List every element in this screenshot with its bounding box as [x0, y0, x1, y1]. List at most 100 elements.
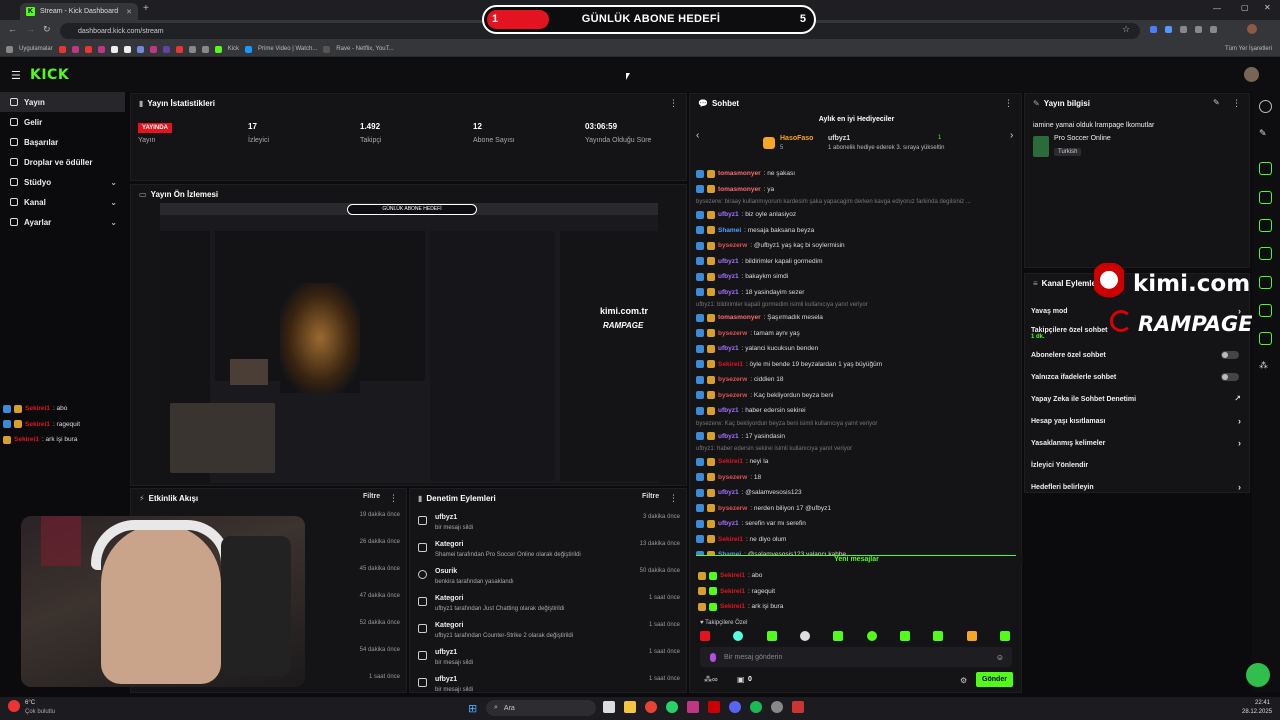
filter-button[interactable]: Filtre [642, 493, 659, 500]
task-view-icon[interactable] [603, 701, 615, 713]
filter-button[interactable]: Filtre [363, 493, 380, 500]
chat-username[interactable]: byseze​rw [718, 392, 747, 399]
maximize-icon[interactable]: ▢ [1241, 3, 1249, 12]
chat-username[interactable]: byseze​rw [718, 242, 747, 249]
chat-username[interactable]: Sekirei1 [718, 536, 743, 543]
more-options-icon[interactable]: ⋮ [1232, 98, 1241, 109]
emote-icon[interactable] [933, 631, 944, 641]
chat-line[interactable]: tomasmonyer: ne şakası [696, 166, 1016, 182]
points-icon[interactable]: ⁂∞ [704, 675, 718, 684]
goals-row[interactable]: Hedefleri belirleyin › [1025, 476, 1251, 498]
stream-preview-video[interactable]: GÜNLÜK ABONE HEDEFİ kimi.com.tr RAMPAGE [160, 203, 658, 483]
windows-start-icon[interactable]: ⊞ [468, 702, 477, 715]
extension-icon[interactable] [1210, 26, 1217, 33]
gifter-name[interactable]: HasoFaso [780, 135, 813, 142]
chat-line[interactable]: Sekirei1: öyle mi bende 19 beyzalardan 1… [696, 357, 1016, 373]
rail-icon[interactable] [1259, 247, 1272, 260]
chat-line[interactable]: ufbyz1: yalanci kucuksun benden [696, 341, 1016, 357]
gift-box-icon[interactable]: ▣ [737, 675, 745, 684]
edit-icon[interactable]: ✎ [1213, 98, 1220, 107]
emotes-only-row[interactable]: Yalnızca ifadelerle sohbet [1025, 366, 1251, 388]
chat-settings-icon[interactable]: ⚙ [960, 676, 967, 685]
chat-line[interactable]: ufbyz1: bakaykm simdi [696, 269, 1016, 285]
spotify-icon[interactable] [750, 701, 762, 713]
more-options-icon[interactable]: ⋮ [1004, 98, 1013, 109]
bookmark-icon[interactable] [136, 45, 144, 53]
chat-line[interactable]: ufbyz1: biz oyle anlasiyoz [696, 207, 1016, 223]
close-tab-icon[interactable]: ✕ [126, 8, 132, 16]
star-icon[interactable]: ☆ [1122, 24, 1130, 35]
edit-icon[interactable]: ✎ [1259, 128, 1272, 141]
profile-avatar[interactable] [1247, 24, 1257, 34]
chat-line[interactable]: byseze​rw: tamam aynı yaş [696, 326, 1016, 342]
bookmark-icon[interactable] [188, 45, 196, 53]
chat-line[interactable]: byseze​rw: Kaç bekliyordun beyza beni [696, 388, 1016, 404]
bookmark-prime[interactable]: Prime Video | Watch... [258, 46, 317, 52]
chat-username[interactable]: tomasmonyer [718, 314, 761, 321]
subscribers-only-row[interactable]: Abonelere özel sohbet [1025, 344, 1251, 366]
rail-icon[interactable] [1259, 191, 1272, 204]
account-age-row[interactable]: Hesap yaşı kısıtlaması › [1025, 410, 1251, 432]
chevron-right-icon[interactable]: › [1010, 130, 1013, 141]
emote-icon[interactable] [999, 631, 1010, 641]
kick-bookmark-icon[interactable] [214, 45, 222, 53]
browser-tab[interactable]: K Stream - Kick Dashboard ✕ [20, 3, 138, 20]
raid-row[interactable]: İzleyici Yönlendir [1025, 454, 1251, 476]
chat-username[interactable]: ufbyz1 [718, 258, 739, 265]
close-window-icon[interactable]: ✕ [1264, 3, 1271, 12]
chat-reply-context[interactable]: ufbyz1: haber edersin sekirei isimli kul… [696, 444, 1016, 454]
emote-icon[interactable] [966, 631, 977, 641]
chat-username[interactable]: ufbyz1 [718, 489, 739, 496]
sidebar-item-basarilar[interactable]: Başarılar [0, 132, 125, 152]
chat-reply-context[interactable]: byseze​rw: biraay kullanmıyorum kardesim… [696, 197, 1016, 207]
emote-icon[interactable] [833, 631, 844, 641]
chat-username[interactable]: tomasmonyer [718, 170, 761, 177]
banned-words-row[interactable]: Yasaklanmış kelimeler › [1025, 432, 1251, 454]
app-icon[interactable] [792, 701, 804, 713]
category-name[interactable]: Pro Soccer Online [1054, 135, 1111, 142]
file-explorer-icon[interactable] [624, 701, 636, 713]
more-options-icon[interactable]: ⋮ [389, 493, 398, 504]
discord-icon[interactable] [729, 701, 741, 713]
toggle-switch[interactable] [1221, 373, 1239, 381]
emote-icon[interactable] [700, 631, 710, 641]
info-icon[interactable] [1259, 100, 1272, 113]
rail-icon[interactable] [1259, 219, 1272, 232]
chat-line[interactable]: byseze​rw: @ufbyz1 yaş kaç bi soylermisi… [696, 238, 1016, 254]
bookmark-icon[interactable] [123, 45, 131, 53]
chat-line[interactable]: ufbyz1: 18 yasindayim sezer [696, 285, 1016, 301]
emote-icon[interactable] [766, 631, 777, 641]
emote-icon[interactable] [733, 631, 744, 641]
chrome-icon[interactable] [645, 701, 657, 713]
chat-line[interactable]: Sekirei1: abo [698, 568, 1018, 584]
emote-icon[interactable] [799, 631, 810, 641]
share-icon[interactable]: ⁂ [1259, 360, 1272, 373]
bookmark-icon[interactable] [71, 45, 79, 53]
emoji-icon[interactable]: ☺ [996, 653, 1004, 662]
bookmark-icon[interactable] [175, 45, 183, 53]
extension-icon[interactable] [1165, 26, 1172, 33]
chat-line[interactable]: ufbyz1: @salamvesosis123 [696, 485, 1016, 501]
chat-line[interactable]: ufbyz1: haber edersin sekirei [696, 403, 1016, 419]
chat-username[interactable]: tomasmonyer [718, 186, 761, 193]
rail-icon[interactable] [1259, 332, 1272, 345]
chat-line[interactable]: Shamei: mesaja baksana beyza [696, 223, 1016, 239]
more-options-icon[interactable]: ⋮ [669, 98, 678, 109]
extension-icon[interactable] [1195, 26, 1202, 33]
user-avatar[interactable] [1244, 67, 1259, 82]
chat-username[interactable]: byseze​rw [718, 474, 747, 481]
chat-username[interactable]: ufbyz1 [718, 520, 739, 527]
sidebar-item-gelir[interactable]: Gelir [0, 112, 125, 132]
chat-reply-context[interactable]: byseze​rw: Kaç bekliyordun beyza beni is… [696, 419, 1016, 429]
chat-username[interactable]: ufbyz1 [718, 433, 739, 440]
floating-action-button[interactable] [1246, 663, 1270, 687]
chat-line[interactable]: byseze​rw: 18 [696, 470, 1016, 486]
chat-username[interactable]: Shamei [718, 227, 741, 234]
chat-line[interactable]: Sekirei1: neyi la [696, 454, 1016, 470]
bookmark-icon[interactable] [149, 45, 157, 53]
bookmark-kick[interactable]: Kick [228, 46, 239, 52]
menu-icon[interactable]: ☰ [11, 69, 21, 82]
more-options-icon[interactable]: ⋮ [669, 493, 678, 504]
whatsapp-icon[interactable] [666, 701, 678, 713]
bookmark-icon[interactable] [84, 45, 92, 53]
